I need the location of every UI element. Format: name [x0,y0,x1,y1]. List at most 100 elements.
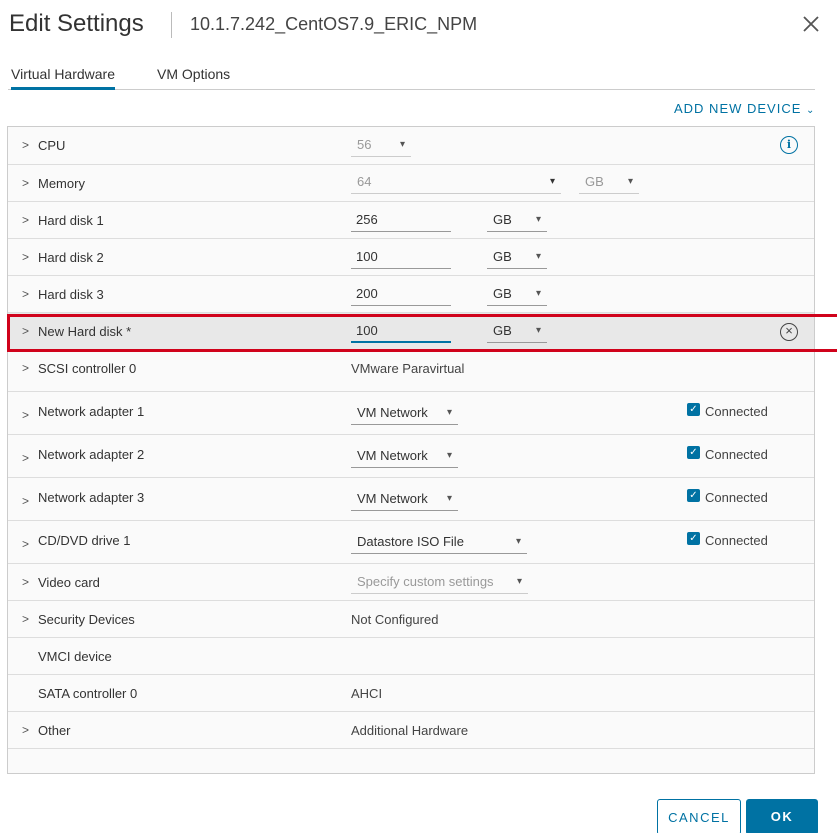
row-hard-disk-3: > Hard disk 3 200 GB ▾ [8,276,814,313]
network-3-select[interactable]: VM Network ▾ [351,489,458,511]
chevron-down-icon: ▾ [446,407,452,418]
row-label: Hard disk 3 [38,287,104,302]
tab-virtual-hardware[interactable]: Virtual Hardware [11,66,116,90]
video-card-select[interactable]: Specify custom settings ▾ [351,572,528,594]
remove-device-icon[interactable]: × [780,323,798,341]
row-video-card: > Video card Specify custom settings ▾ [8,564,814,601]
add-new-device-button[interactable]: ADD NEW DEVICE ⌄ [674,101,815,116]
chevron-down-icon: ▾ [446,450,452,461]
row-hard-disk-2: > Hard disk 2 100 GB ▾ [8,239,814,276]
unit-value: GB [493,286,512,301]
cd-dvd-value: Datastore ISO File [357,534,464,549]
unit-value: GB [493,249,512,264]
row-sata-controller: SATA controller 0 AHCI [8,675,814,712]
connected-label: Connected [705,490,768,505]
connected-checkbox[interactable]: ✓ [687,403,700,416]
expand-chevron-icon[interactable]: > [22,361,29,375]
chevron-down-icon: ⌄ [806,105,816,116]
tab-vm-options[interactable]: VM Options [157,66,230,90]
memory-unit: GB [585,174,604,189]
expand-chevron-icon[interactable]: > [22,537,29,551]
info-icon[interactable]: i [780,136,798,154]
row-cpu: > CPU 56 ▾ i [8,127,814,165]
chevron-down-icon: ▾ [535,214,541,225]
memory-value: 64 [357,174,372,189]
network-2-select[interactable]: VM Network ▾ [351,446,458,468]
row-label: Network adapter 1 [38,404,145,419]
new-hard-disk-size-input[interactable]: 100 [351,321,451,343]
row-network-adapter-2: > Network adapter 2 VM Network ▾ ✓ Conne… [8,435,814,478]
hard-disk-2-size-input[interactable]: 100 [351,247,451,269]
memory-unit-select[interactable]: GB ▾ [579,172,639,194]
chevron-down-icon: ▾ [535,325,541,336]
connected-label: Connected [705,447,768,462]
security-value: Not Configured [351,612,439,627]
new-hard-disk-unit-select[interactable]: GB ▾ [487,321,547,343]
hard-disk-3-unit-select[interactable]: GB ▾ [487,284,547,306]
connected-label: Connected [705,404,768,419]
row-label: Other [38,723,71,738]
expand-chevron-icon[interactable]: > [22,250,29,264]
sata-value: AHCI [351,686,383,701]
row-memory: > Memory 64 ▾ GB ▾ [8,165,814,202]
expand-chevron-icon[interactable]: > [22,451,29,465]
video-value: Specify custom settings [357,574,494,589]
row-label: VMCI device [38,649,112,664]
row-hard-disk-1: > Hard disk 1 256 GB ▾ [8,202,814,239]
expand-chevron-icon[interactable]: > [22,575,29,589]
title-separator [171,12,172,38]
chevron-down-icon: ▾ [446,493,452,504]
expand-chevron-icon[interactable]: > [22,324,29,338]
add-new-device-label: ADD NEW DEVICE [674,101,802,116]
row-new-hard-disk: > New Hard disk * 100 GB ▾ × [8,313,814,350]
dialog-title: Edit Settings [9,10,144,37]
chevron-down-icon: ▾ [399,139,405,150]
expand-chevron-icon[interactable]: > [22,408,29,422]
cpu-select[interactable]: 56 ▾ [351,135,411,157]
connected-label: Connected [705,533,768,548]
row-label: Memory [38,176,85,191]
cd-dvd-select[interactable]: Datastore ISO File ▾ [351,532,527,554]
network-1-select[interactable]: VM Network ▾ [351,403,458,425]
row-scsi-controller: > SCSI controller 0 VMware Paravirtual [8,350,814,392]
row-security-devices: > Security Devices Not Configured [8,601,814,638]
tab-bar: Virtual Hardware VM Options [8,63,815,90]
connected-checkbox[interactable]: ✓ [687,532,700,545]
expand-chevron-icon[interactable]: > [22,138,29,152]
row-label: Network adapter 3 [38,490,145,505]
row-label: Hard disk 2 [38,250,104,265]
expand-chevron-icon[interactable]: > [22,612,29,626]
hardware-list: > CPU 56 ▾ i > Memory 64 ▾ GB ▾ > Hard d… [7,126,815,774]
row-network-adapter-1: > Network adapter 1 VM Network ▾ ✓ Conne… [8,392,814,435]
cancel-button[interactable]: CANCEL [657,799,741,833]
hard-disk-2-unit-select[interactable]: GB ▾ [487,247,547,269]
hard-disk-3-size-input[interactable]: 200 [351,284,451,306]
expand-chevron-icon[interactable]: > [22,723,29,737]
chevron-down-icon: ▾ [549,176,555,187]
connected-checkbox[interactable]: ✓ [687,489,700,502]
network-value: VM Network [357,491,428,506]
row-label: Network adapter 2 [38,447,145,462]
scsi-value: VMware Paravirtual [351,361,465,376]
network-value: VM Network [357,448,428,463]
other-value: Additional Hardware [351,723,469,738]
expand-chevron-icon[interactable]: > [22,176,29,190]
expand-chevron-icon[interactable]: > [22,494,29,508]
hard-disk-1-size-input[interactable]: 256 [351,210,451,232]
row-label: CPU [38,138,66,153]
connected-checkbox[interactable]: ✓ [687,446,700,459]
network-value: VM Network [357,405,428,420]
chevron-down-icon: ▾ [535,288,541,299]
hard-disk-1-unit-select[interactable]: GB ▾ [487,210,547,232]
ok-button[interactable]: OK [746,799,818,833]
cpu-value: 56 [357,137,372,152]
expand-chevron-icon[interactable]: > [22,213,29,227]
row-label: Hard disk 1 [38,213,104,228]
row-label: CD/DVD drive 1 [38,533,131,548]
memory-select[interactable]: 64 ▾ [351,172,561,194]
close-icon[interactable] [802,15,820,33]
row-label: Security Devices [38,612,135,627]
unit-value: GB [493,212,512,227]
expand-chevron-icon[interactable]: > [22,287,29,301]
chevron-down-icon: ▾ [515,536,521,547]
